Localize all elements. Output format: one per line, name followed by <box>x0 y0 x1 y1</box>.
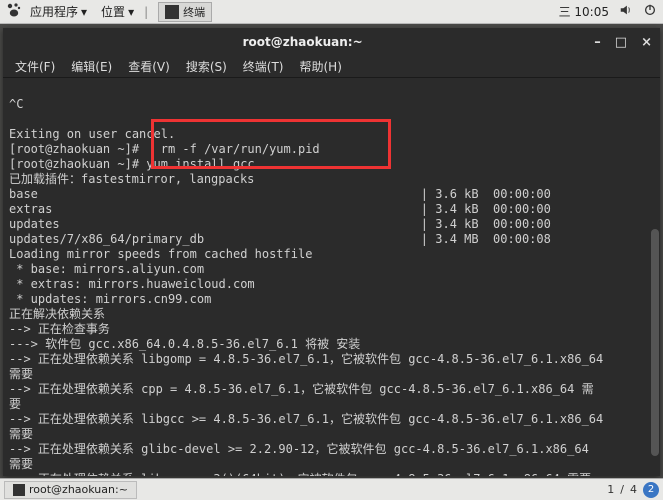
term-line: updates | 3.4 kB 00:00:00 <box>9 217 551 231</box>
term-line: 需要 <box>9 427 33 441</box>
menu-edit[interactable]: 编辑(E) <box>65 56 118 77</box>
term-line: 已加载插件：fastestmirror, langpacks <box>9 172 254 186</box>
term-line: 要 <box>9 397 21 411</box>
term-line: ^C <box>9 97 23 111</box>
gnome-foot-icon <box>6 2 22 21</box>
taskbar-entry-terminal[interactable]: root@zhaokuan:~ <box>4 481 137 499</box>
volume-icon[interactable] <box>619 3 633 20</box>
running-app-terminal[interactable]: 终端 <box>158 2 212 22</box>
menu-search[interactable]: 搜索(S) <box>180 56 233 77</box>
workspace-sep: / <box>620 483 624 496</box>
menu-file[interactable]: 文件(F) <box>9 56 61 77</box>
term-line: --> 正在处理依赖关系 libgcc >= 4.8.5-36.el7_6.1，… <box>9 412 603 426</box>
term-line: --> 正在处理依赖关系 glibc-devel >= 2.2.90-12，它被… <box>9 442 589 456</box>
window-close-button[interactable]: × <box>641 35 652 50</box>
places-menu[interactable]: 位置▾ <box>95 1 140 22</box>
clock[interactable]: 三 10:05 <box>559 3 609 20</box>
window-title: root@zhaokuan:~ <box>11 35 594 49</box>
panel-separator: | <box>142 5 150 19</box>
applications-menu[interactable]: 应用程序▾ <box>24 1 93 22</box>
term-line: base | 3.6 kB 00:00:00 <box>9 187 551 201</box>
term-line: [root@zhaokuan ~]# yum install gcc <box>9 157 255 171</box>
taskbar-entry-label: root@zhaokuan:~ <box>29 483 128 496</box>
term-line: Exiting on user cancel. <box>9 127 175 141</box>
term-line: --> 正在检查事务 <box>9 322 110 336</box>
terminal-body[interactable]: ^C Exiting on user cancel. [root@zhaokua… <box>3 78 660 476</box>
terminal-icon <box>13 484 25 496</box>
bottom-panel: root@zhaokuan:~ 1 / 4 2 <box>0 478 663 500</box>
term-line: Loading mirror speeds from cached hostfi… <box>9 247 312 261</box>
workspace-badge[interactable]: 2 <box>643 482 659 498</box>
term-line: 正在解决依赖关系 <box>9 307 105 321</box>
window-maximize-button[interactable]: □ <box>615 35 627 50</box>
term-line: extras | 3.4 kB 00:00:00 <box>9 202 551 216</box>
term-line: --> 正在处理依赖关系 cpp = 4.8.5-36.el7_6.1，它被软件… <box>9 382 594 396</box>
term-line: * base: mirrors.aliyun.com <box>9 262 204 276</box>
term-line: * extras: mirrors.huaweicloud.com <box>9 277 255 291</box>
terminal-icon <box>165 5 179 19</box>
power-icon[interactable] <box>643 3 657 20</box>
menu-view[interactable]: 查看(V) <box>122 56 176 77</box>
top-panel: 应用程序▾ 位置▾ | 终端 三 10:05 <box>0 0 663 24</box>
term-line: 需要 <box>9 457 33 471</box>
terminal-menubar: 文件(F) 编辑(E) 查看(V) 搜索(S) 终端(T) 帮助(H) <box>3 56 660 78</box>
term-line: --> 正在处理依赖关系 libgomp = 4.8.5-36.el7_6.1，… <box>9 352 603 366</box>
terminal-scrollbar[interactable] <box>650 78 660 456</box>
workspace-total: 4 <box>630 483 637 496</box>
menu-help[interactable]: 帮助(H) <box>294 56 348 77</box>
window-minimize-button[interactable]: – <box>594 35 601 50</box>
window-titlebar[interactable]: root@zhaokuan:~ – □ × <box>3 28 660 56</box>
term-line: [root@zhaokuan ~]# rm -f /var/run/yum.pi… <box>9 142 320 156</box>
term-line: ---> 软件包 gcc.x86_64.0.4.8.5-36.el7_6.1 将… <box>9 337 360 351</box>
term-line: 需要 <box>9 367 33 381</box>
term-line: --> 正在处理依赖关系 libmpc.so.3()(64bit)，它被软件包 … <box>9 472 591 476</box>
scrollbar-thumb[interactable] <box>651 229 659 456</box>
term-line: updates/7/x86_64/primary_db | 3.4 MB 00:… <box>9 232 551 246</box>
running-app-label: 终端 <box>183 4 205 20</box>
menu-terminal[interactable]: 终端(T) <box>237 56 290 77</box>
terminal-window: root@zhaokuan:~ – □ × 文件(F) 编辑(E) 查看(V) … <box>3 28 660 476</box>
workspace-indicator[interactable]: 1 / 4 2 <box>607 482 659 498</box>
workspace-current: 1 <box>607 483 614 496</box>
term-line: * updates: mirrors.cn99.com <box>9 292 211 306</box>
